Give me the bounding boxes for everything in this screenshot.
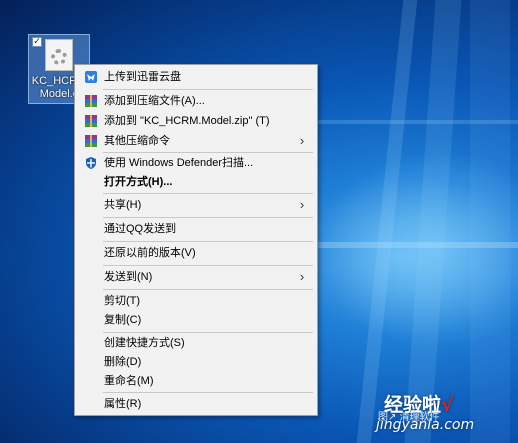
selection-checkbox[interactable]: ✓	[32, 37, 42, 47]
winrar-archive-icon	[85, 115, 97, 127]
menu-item-add-to-zip[interactable]: 添加到 "KC_HCRM.Model.zip" (T)	[77, 111, 315, 131]
thunder-cloud-icon	[85, 71, 97, 83]
chevron-right-icon: ›	[299, 269, 305, 284]
winrar-archive-icon	[85, 95, 97, 107]
menu-item-open-with[interactable]: 打开方式(H)...	[77, 172, 315, 192]
menu-item-restore-previous-versions[interactable]: 还原以前的版本(V)	[77, 243, 315, 263]
windows-defender-shield-icon	[86, 157, 96, 169]
chevron-right-icon: ›	[299, 133, 305, 148]
winrar-archive-icon	[85, 135, 97, 147]
menu-separator	[103, 89, 313, 90]
menu-item-other-compress-commands[interactable]: 其他压缩命令 ›	[77, 131, 315, 151]
checkmark-icon: √	[441, 394, 454, 416]
menu-item-add-to-archive[interactable]: 添加到压缩文件(A)...	[77, 91, 315, 111]
menu-item-send-via-qq[interactable]: 通过QQ发送到	[77, 219, 315, 239]
menu-separator	[103, 241, 313, 242]
menu-separator	[103, 289, 313, 290]
menu-separator	[103, 265, 313, 266]
menu-item-defender-scan[interactable]: 使用 Windows Defender扫描...	[77, 153, 315, 173]
menu-item-upload-xunlei-cloud[interactable]: 上传到迅雷云盘	[77, 67, 315, 87]
wallpaper-light-beam	[470, 0, 510, 443]
menu-item-delete[interactable]: 删除(D)	[77, 352, 315, 372]
wallpaper-light-beam	[318, 120, 518, 124]
menu-item-send-to[interactable]: 发送到(N) ›	[77, 267, 315, 287]
watermark-url: jingyanla.com	[376, 417, 475, 433]
menu-separator	[103, 217, 313, 218]
menu-item-rename[interactable]: 重命名(M)	[77, 371, 315, 391]
menu-item-copy[interactable]: 复制(C)	[77, 310, 315, 330]
wallpaper-light-beam	[318, 242, 518, 248]
menu-item-create-shortcut[interactable]: 创建快捷方式(S)	[77, 333, 315, 353]
menu-item-share[interactable]: 共享(H) ›	[77, 195, 315, 215]
menu-item-cut[interactable]: 剪切(T)	[77, 291, 315, 311]
config-file-icon	[45, 39, 73, 71]
context-menu: 上传到迅雷云盘 添加到压缩文件(A)... 添加到 "KC_HCRM.Model…	[74, 64, 318, 416]
menu-item-properties[interactable]: 属性(R)	[77, 394, 315, 414]
chevron-right-icon: ›	[299, 197, 305, 212]
menu-separator	[103, 392, 313, 393]
menu-separator	[103, 193, 313, 194]
